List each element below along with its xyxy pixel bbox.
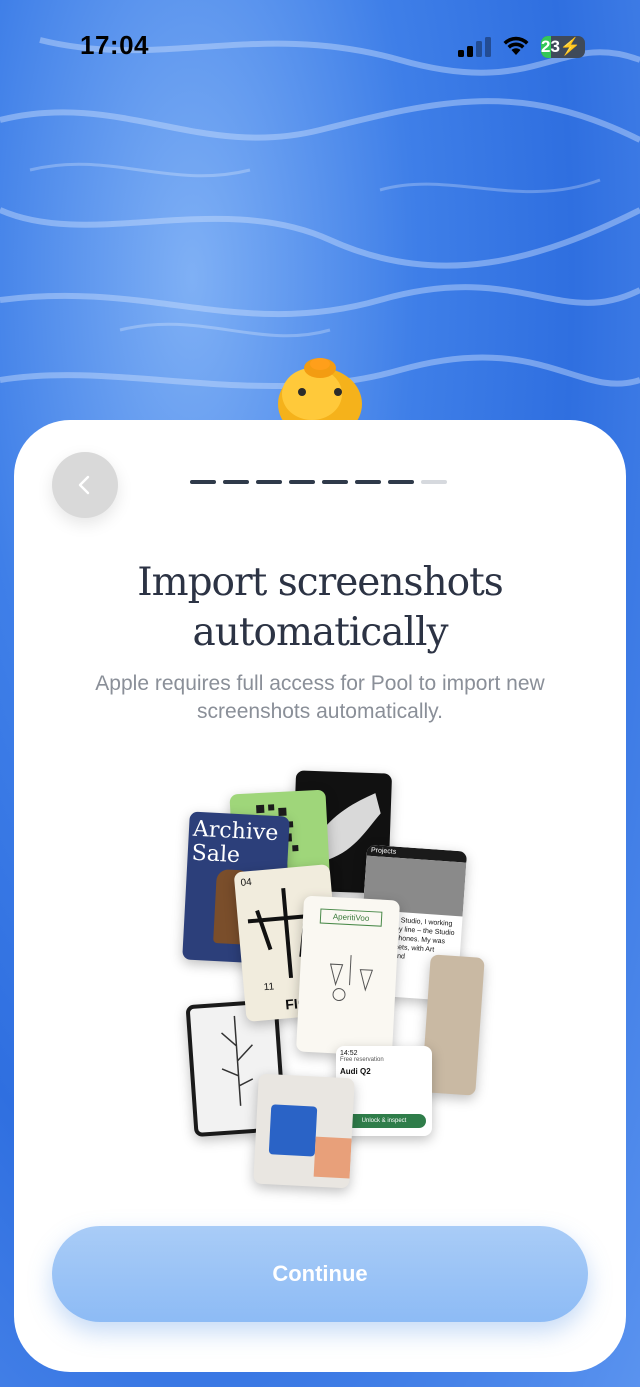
poster-bottom-number: 11: [263, 981, 275, 994]
battery-percent: 23⚡: [541, 37, 582, 56]
step-progress-indicator: [190, 480, 447, 484]
car-model: Audi Q2: [340, 1067, 371, 1076]
progress-step: [289, 480, 315, 484]
progress-step: [322, 480, 348, 484]
page-title: Import screenshots automatically: [14, 558, 626, 658]
battery-indicator: 23⚡: [541, 36, 585, 58]
cabinet-card: [253, 1073, 355, 1189]
progress-step: [421, 480, 447, 484]
aperitivoo-card: AperitiVoo: [295, 895, 401, 1057]
title-line-1: Import screenshots: [137, 560, 504, 605]
back-button[interactable]: [52, 452, 118, 518]
status-time: 17:04: [80, 30, 149, 60]
onboarding-sheet: Import screenshots automatically Apple r…: [14, 420, 626, 1372]
car-time: 14:52: [340, 1050, 358, 1057]
chevron-left-icon: [78, 475, 90, 495]
progress-step: [256, 480, 282, 484]
progress-step: [223, 480, 249, 484]
car-unlock-button: Unlock & inspect: [342, 1114, 426, 1128]
wifi-icon: [503, 36, 529, 55]
page-subtitle: Apple requires full access for Pool to i…: [95, 672, 545, 723]
charging-bolt-icon: ⚡: [559, 37, 582, 56]
title-line-2: automatically: [192, 610, 449, 655]
status-bar: 17:04 23⚡: [0, 0, 640, 96]
progress-step: [355, 480, 381, 484]
sale-text: Sale: [191, 840, 241, 869]
cellular-signal-icon: [458, 37, 491, 57]
progress-step: [190, 480, 216, 484]
screenshot-collage: Archive Sale Projects Homeform Studio, I…: [174, 770, 494, 1190]
continue-button[interactable]: Continue: [52, 1226, 588, 1322]
progress-step: [388, 480, 414, 484]
